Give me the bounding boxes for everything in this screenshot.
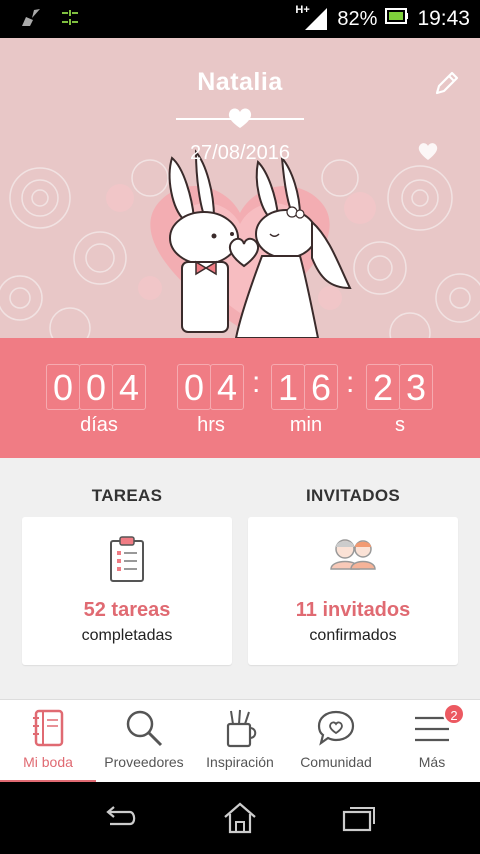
guests-people-icon bbox=[327, 535, 379, 580]
countdown-minutes: 1 6 bbox=[271, 364, 338, 410]
heart-icon bbox=[226, 106, 254, 135]
nav-inspiracion[interactable]: Inspiración bbox=[192, 700, 288, 783]
bottom-navigation: Mi boda Proveedores Inspiración Comunida… bbox=[0, 699, 480, 783]
nav-label: Más bbox=[418, 754, 446, 770]
tasks-count: 52 tareas bbox=[83, 599, 171, 621]
guests-title: INVITADOS bbox=[305, 486, 400, 505]
nav-label: Inspiración bbox=[206, 754, 274, 770]
edit-pencil-icon[interactable] bbox=[432, 70, 460, 98]
tasks-title: TAREAS bbox=[91, 486, 163, 505]
nav-label: Proveedores bbox=[104, 754, 184, 770]
days-label: días bbox=[80, 414, 118, 436]
pencil-cup-icon bbox=[222, 708, 258, 753]
battery-icon bbox=[385, 7, 409, 31]
countdown-digit: 4 bbox=[210, 364, 244, 410]
nav-label: Mi boda bbox=[23, 754, 73, 770]
heart-chat-icon bbox=[316, 708, 356, 753]
broom-icon bbox=[20, 8, 42, 33]
guests-subtitle: confirmados bbox=[309, 627, 397, 644]
home-icon[interactable] bbox=[220, 802, 260, 834]
couple-illustration bbox=[0, 143, 480, 338]
countdown-digit: 0 bbox=[79, 364, 113, 410]
seconds-label: s bbox=[395, 414, 405, 436]
countdown-digit: 0 bbox=[46, 364, 80, 410]
countdown-digit: 4 bbox=[112, 364, 146, 410]
back-icon[interactable] bbox=[100, 802, 140, 834]
countdown-digit: 6 bbox=[304, 364, 338, 410]
wedding-date: 27/08/2016 bbox=[189, 142, 291, 164]
tasks-subtitle: completadas bbox=[81, 627, 173, 644]
notebook-icon bbox=[30, 708, 66, 753]
countdown-digit: 2 bbox=[366, 364, 400, 410]
recent-apps-icon[interactable] bbox=[340, 802, 380, 834]
countdown-digit: 1 bbox=[271, 364, 305, 410]
countdown-seconds: 2 3 bbox=[366, 364, 433, 410]
clipboard-checklist-icon bbox=[107, 535, 147, 588]
tasks-card[interactable]: 52 tareas completadas bbox=[22, 517, 232, 665]
nav-comunidad[interactable]: Comunidad bbox=[288, 700, 384, 783]
wedding-header: Natalia 27/08/2016 bbox=[0, 38, 480, 338]
wedding-countdown: 0 0 4 0 4 : 1 6 : 2 3 días hrs min s bbox=[0, 338, 480, 458]
colon-separator: : bbox=[346, 366, 355, 399]
countdown-digit: 0 bbox=[177, 364, 211, 410]
battery-percent: 82% bbox=[337, 7, 378, 30]
colon-separator: : bbox=[252, 366, 261, 399]
countdown-hours: 0 4 bbox=[177, 364, 244, 410]
hours-label: hrs bbox=[197, 414, 225, 436]
guests-count: 11 invitados bbox=[295, 599, 411, 621]
clock: 19:43 bbox=[417, 7, 470, 30]
summary-section: TAREAS INVITADOS 52 tareas completadas 1… bbox=[0, 458, 480, 699]
minutes-label: min bbox=[289, 414, 323, 436]
nav-proveedores[interactable]: Proveedores bbox=[96, 700, 192, 783]
countdown-days: 0 0 4 bbox=[46, 364, 146, 410]
nav-mi-boda[interactable]: Mi boda bbox=[0, 700, 96, 783]
countdown-digit: 3 bbox=[399, 364, 433, 410]
notification-badge: 2 bbox=[443, 703, 465, 725]
status-bar: H+ 82% 19:43 bbox=[0, 0, 480, 38]
system-navigation-bar bbox=[0, 782, 480, 854]
search-icon bbox=[124, 708, 164, 753]
guests-card[interactable]: 11 invitados confirmados bbox=[248, 517, 458, 665]
signal-icon: H+ bbox=[295, 4, 329, 32]
nav-label: Comunidad bbox=[300, 754, 372, 770]
settings-sliders-icon bbox=[60, 9, 80, 32]
nav-mas[interactable]: Más bbox=[384, 700, 480, 783]
couple-name: Natalia bbox=[197, 68, 283, 96]
